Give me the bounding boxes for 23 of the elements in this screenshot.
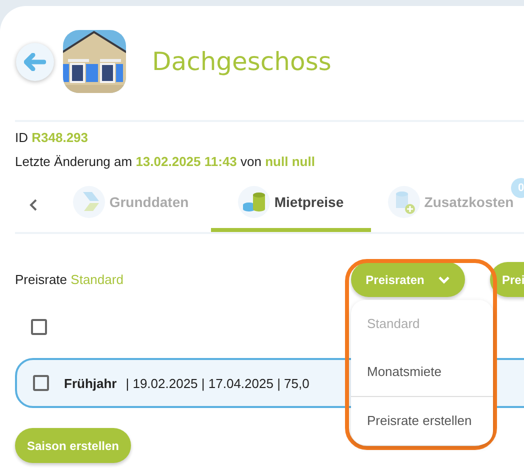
- season-name: Frühjahr: [64, 376, 117, 390]
- tab[interactable]: Zusatzkosten 0: [371, 176, 524, 232]
- create-season-button[interactable]: Saison erstellen: [15, 428, 131, 463]
- arrow-left-icon: [24, 52, 46, 70]
- chevron-shape-icon: [73, 186, 106, 218]
- rate-value: Standard: [70, 272, 124, 287]
- rate-label: Preisrate: [15, 272, 68, 287]
- rates-dropdown-button[interactable]: Preisraten: [351, 262, 465, 297]
- tab[interactable]: Grunddaten: [51, 176, 211, 232]
- count-badge: 0: [511, 178, 524, 198]
- last-change-text: Letzte Änderung am 13.02.2025 11:43 von null null: [15, 154, 315, 169]
- season-details: | 19.02.2025 | 17.04.2025 | 75,0: [126, 376, 310, 390]
- page-title: Dachgeschoss: [152, 47, 332, 76]
- tab[interactable]: Mietpreise: [211, 176, 371, 232]
- id-label: ID: [15, 130, 28, 145]
- season-checkbox[interactable]: [33, 375, 49, 391]
- select-all-checkbox[interactable]: [31, 319, 47, 335]
- database-plus-icon: [388, 186, 420, 218]
- id-value: R348.293: [32, 130, 88, 145]
- chevron-down-icon: [438, 276, 450, 284]
- chevron-left-icon[interactable]: [28, 198, 38, 212]
- rate-button[interactable]: Prei: [490, 262, 524, 297]
- coin-stack-icon: [238, 186, 270, 218]
